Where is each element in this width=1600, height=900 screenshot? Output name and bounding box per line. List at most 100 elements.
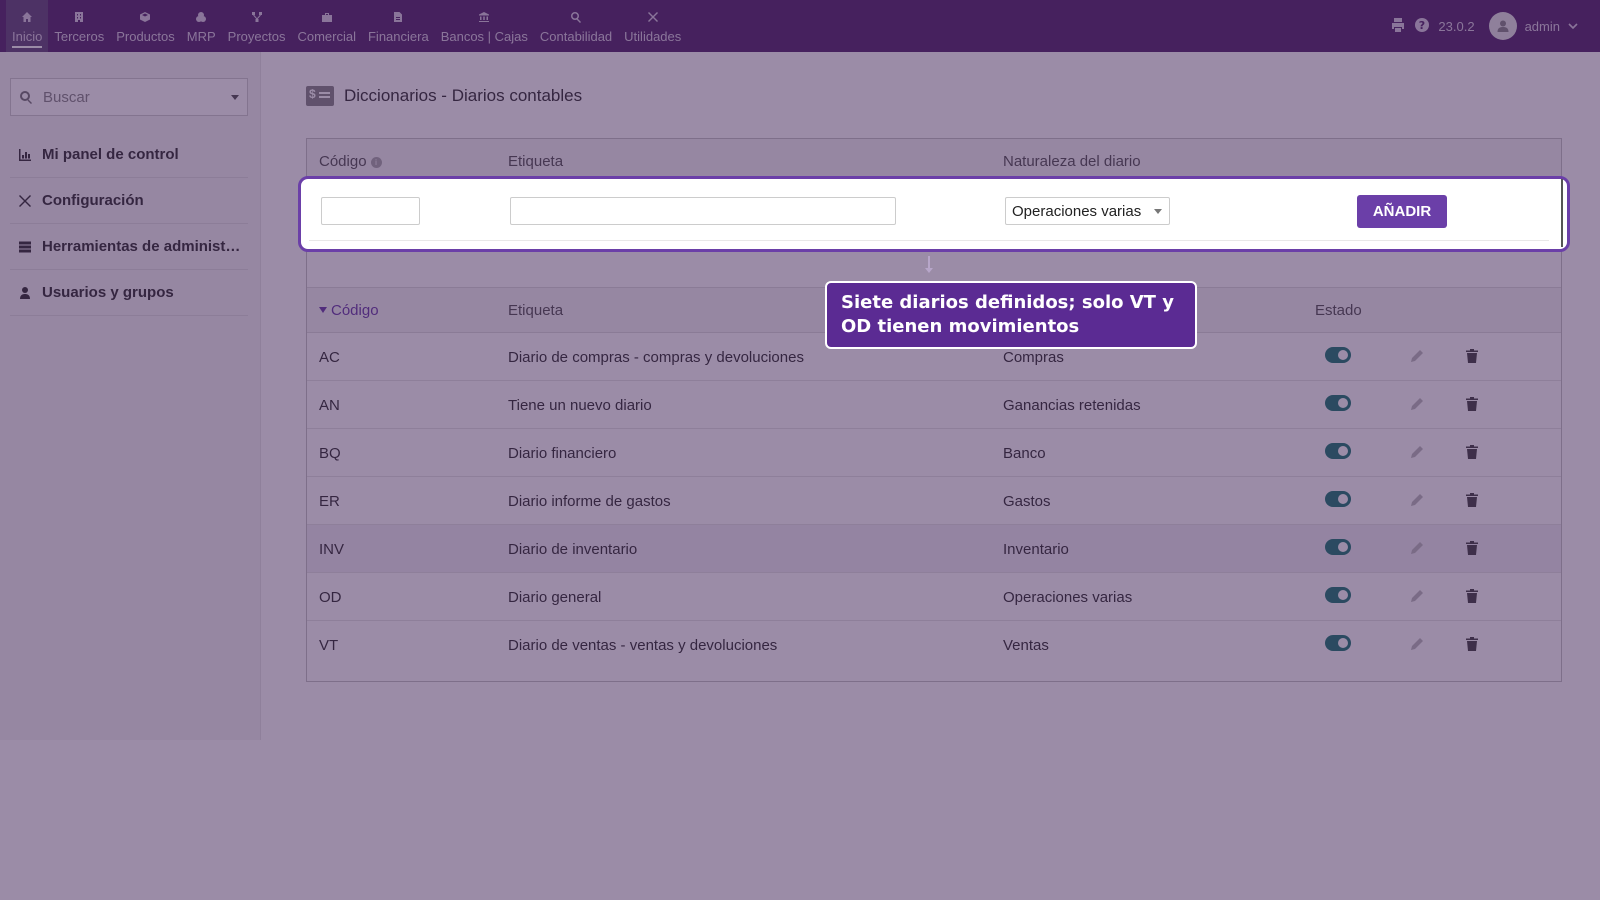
sidebar-item-usuarios[interactable]: Usuarios y grupos — [10, 270, 248, 316]
nav-productos[interactable]: Productos — [110, 0, 181, 52]
print-icon[interactable] — [1390, 17, 1406, 36]
edit-icon[interactable] — [1410, 397, 1424, 415]
cubes-icon — [195, 11, 207, 23]
col-code-header: Código i — [319, 153, 382, 170]
trash-icon[interactable] — [1466, 349, 1478, 367]
chevron-down-icon[interactable] — [231, 95, 239, 100]
cube-icon — [139, 11, 151, 23]
list-label-header[interactable]: Etiqueta — [508, 302, 563, 319]
row-nature: Inventario — [1003, 541, 1069, 558]
label-input[interactable] — [510, 197, 896, 225]
row-nature: Ventas — [1003, 637, 1049, 654]
edit-icon[interactable] — [1410, 637, 1424, 655]
search-placeholder: Buscar — [43, 88, 90, 106]
table-row: OD Diario general Operaciones varias — [307, 573, 1561, 621]
row-code: INV — [319, 541, 345, 558]
table-row: INV Diario de inventario Inventario — [307, 525, 1561, 573]
nature-select[interactable]: Operaciones varias — [1005, 197, 1170, 225]
code-input[interactable] — [321, 197, 420, 225]
status-toggle[interactable] — [1325, 347, 1351, 363]
nav-proyectos[interactable]: Proyectos — [222, 0, 292, 52]
nav-bancos-cajas[interactable]: Bancos | Cajas — [435, 0, 534, 52]
row-code: BQ — [319, 445, 341, 462]
col-nature-header: Naturaleza del diario — [1003, 153, 1141, 170]
row-code: AN — [319, 397, 340, 414]
nature-selected-value: Operaciones varias — [1012, 203, 1142, 220]
trash-icon[interactable] — [1466, 397, 1478, 415]
trash-icon[interactable] — [1466, 445, 1478, 463]
nav-comercial[interactable]: Comercial — [291, 0, 362, 52]
money-bill-icon — [306, 86, 334, 106]
status-toggle[interactable] — [1325, 539, 1351, 555]
sort-code-header[interactable]: Código — [319, 302, 379, 319]
row-code: VT — [319, 637, 339, 654]
sidebar-item-panel[interactable]: Mi panel de control — [10, 132, 248, 178]
row-nature: Ganancias retenidas — [1003, 397, 1141, 414]
nav-terceros[interactable]: Terceros — [48, 0, 110, 52]
sidebar-menu: Mi panel de control Configuración Herram… — [10, 132, 248, 316]
status-toggle[interactable] — [1325, 395, 1351, 411]
main-menu: Inicio Terceros Productos MRP Proyectos … — [6, 0, 687, 52]
callout-text: Siete diarios definidos; solo VT y OD ti… — [841, 292, 1174, 337]
sidebar-item-herramientas[interactable]: Herramientas de administ… — [10, 224, 248, 270]
trash-icon[interactable] — [1466, 589, 1478, 607]
row-nature: Operaciones varias — [1003, 589, 1133, 606]
status-toggle[interactable] — [1325, 635, 1351, 651]
nav-inicio[interactable]: Inicio — [6, 0, 49, 52]
status-toggle[interactable] — [1325, 443, 1351, 459]
nav-utilidades[interactable]: Utilidades — [618, 0, 687, 52]
trash-icon[interactable] — [1466, 541, 1478, 559]
edit-icon[interactable] — [1410, 445, 1424, 463]
search-dollar-icon — [570, 11, 582, 23]
home-icon — [21, 11, 33, 23]
nav-financiera[interactable]: Financiera — [362, 0, 435, 52]
topbar-tools: ? 23.0.2 admin — [1390, 0, 1578, 52]
avatar[interactable] — [1488, 12, 1517, 40]
file-invoice-icon — [392, 11, 404, 23]
page-title: Diccionarios - Diarios contables — [344, 86, 583, 105]
sidebar-item-configuracion[interactable]: Configuración — [10, 178, 248, 224]
table-row: VT Diario de ventas - ventas y devolucio… — [307, 621, 1561, 669]
edit-icon[interactable] — [1410, 493, 1424, 511]
trash-icon[interactable] — [1466, 493, 1478, 511]
row-label: Tiene un nuevo diario — [508, 397, 652, 414]
chevron-down-icon[interactable] — [1568, 19, 1578, 34]
nav-contabilidad[interactable]: Contabilidad — [534, 0, 618, 52]
search-box[interactable]: Buscar — [10, 78, 248, 116]
col-code-label: Código — [319, 153, 367, 170]
svg-text:?: ? — [1419, 19, 1425, 32]
add-form-row: Operaciones varias AÑADIR — [309, 179, 1549, 241]
list-status-header[interactable]: Estado — [1315, 302, 1362, 319]
user-name[interactable]: admin — [1525, 19, 1560, 34]
add-button[interactable]: AÑADIR — [1357, 195, 1447, 228]
row-label: Diario financiero — [508, 445, 617, 462]
scrollbar[interactable] — [1561, 179, 1563, 247]
row-label: Diario de inventario — [508, 541, 638, 558]
table-row: BQ Diario financiero Banco — [307, 429, 1561, 477]
sidebar-item-label: Mi panel de control — [42, 146, 179, 163]
nav-mrp[interactable]: MRP — [181, 0, 222, 52]
row-code: OD — [319, 589, 342, 606]
help-icon[interactable]: ? — [1414, 17, 1430, 36]
journals-table: AC Diario de compras - compras y devoluc… — [307, 333, 1561, 669]
sidebar-item-label: Herramientas de administ… — [42, 238, 241, 255]
add-journal-form: Operaciones varias AÑADIR — [298, 176, 1570, 252]
arrow-down-icon — [924, 256, 934, 276]
chevron-down-icon — [1154, 209, 1162, 214]
sort-code-label: Código — [331, 302, 379, 319]
trash-icon[interactable] — [1466, 637, 1478, 655]
nav-label: Contabilidad — [539, 29, 613, 44]
edit-icon[interactable] — [1410, 349, 1424, 367]
bank-icon — [478, 11, 490, 23]
sitemap-icon — [251, 11, 263, 23]
row-label: Diario de compras - compras y devolucion… — [508, 349, 804, 366]
edit-icon[interactable] — [1410, 589, 1424, 607]
edit-icon[interactable] — [1410, 541, 1424, 559]
search-icon — [20, 91, 32, 104]
tools-icon — [647, 11, 659, 23]
user-icon — [1497, 20, 1509, 32]
status-toggle[interactable] — [1325, 491, 1351, 507]
status-toggle[interactable] — [1325, 587, 1351, 603]
top-navbar: Inicio Terceros Productos MRP Proyectos … — [0, 0, 1600, 52]
row-nature: Banco — [1003, 445, 1046, 462]
